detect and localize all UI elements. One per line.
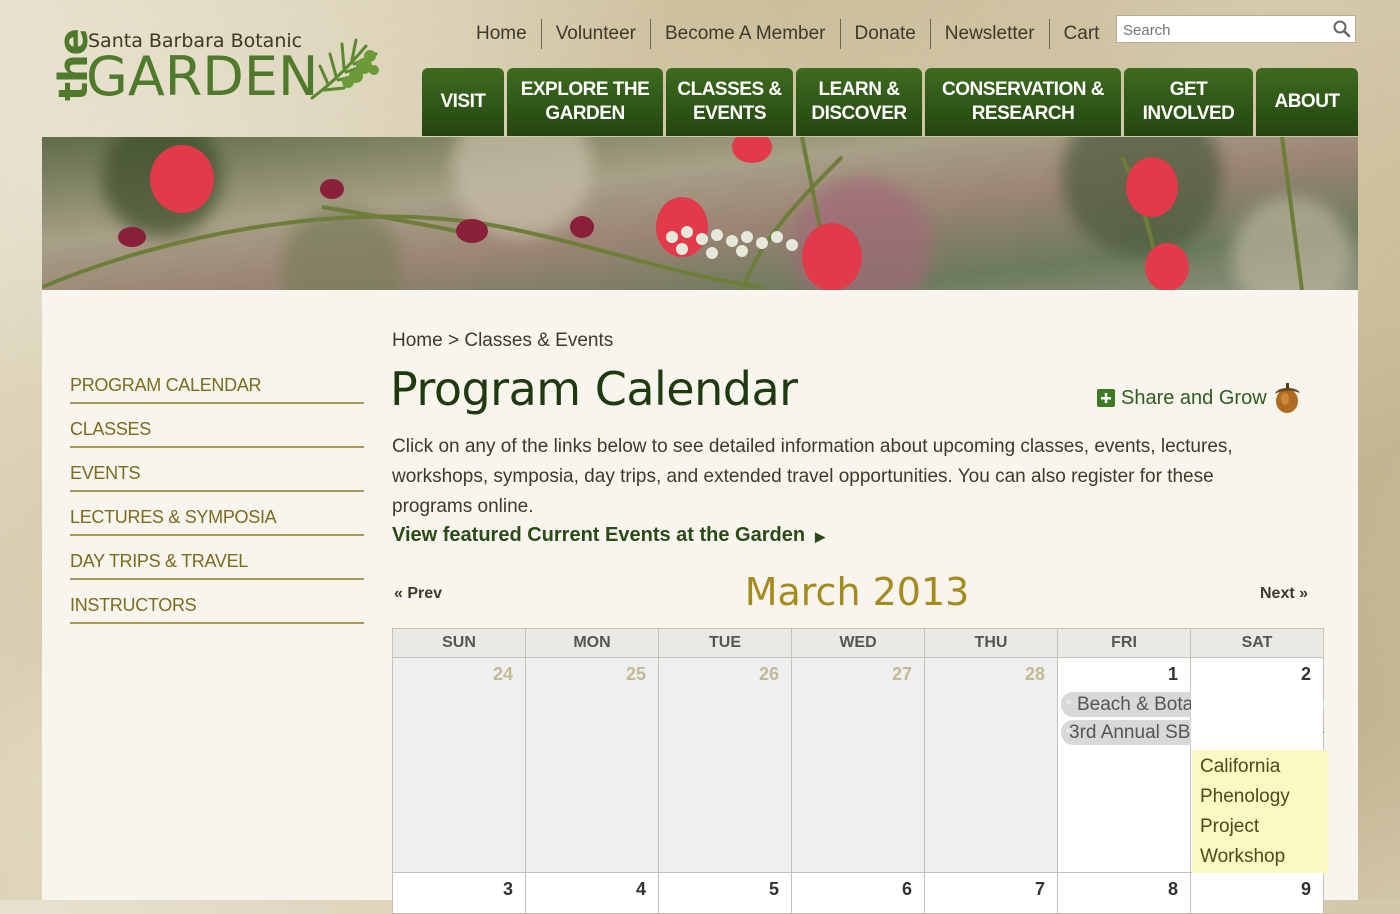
calendar-day-cell[interactable]: 3 — [392, 872, 526, 914]
calendar-day-cell[interactable]: 1 Beach & Botanic Getaway 3rd Annual SBB… — [1057, 657, 1324, 873]
featured-events-link[interactable]: View featured Current Events at the Gard… — [392, 524, 825, 547]
flower-photo — [42, 137, 1358, 290]
sidebar-item-lectures-symposia[interactable]: LECTURES & SYMPOSIA — [70, 492, 364, 536]
calendar-grid: SUN MON TUE WED THU FRI SAT 24 25 26 27 … — [392, 628, 1328, 914]
plus-square-icon — [1097, 389, 1115, 407]
weekday-header: FRI — [1057, 628, 1191, 658]
tab-visit[interactable]: VISIT — [422, 68, 504, 136]
calendar-next-link[interactable]: Next » — [1260, 585, 1308, 603]
weekday-header: SAT — [1190, 628, 1324, 658]
weekday-header: WED — [791, 628, 925, 658]
calendar-prev-link[interactable]: « Prev — [394, 585, 442, 603]
breadcrumb-separator: > — [447, 330, 460, 351]
weekday-header: MON — [525, 628, 659, 658]
tab-get-involved[interactable]: GET INVOLVED — [1124, 68, 1253, 136]
content-area: PROGRAM CALENDAR CLASSES EVENTS LECTURES… — [42, 290, 1358, 914]
share-and-grow-link[interactable]: Share and Grow — [1097, 382, 1303, 414]
calendar-week-row: 3 4 5 6 7 8 9 — [392, 872, 1324, 914]
logo-the-text: the — [51, 29, 97, 101]
acorn-icon — [1274, 383, 1300, 413]
day-number: 9 — [1300, 879, 1311, 899]
calendar-day-cell[interactable]: 2 California Phenology Project Workshop — [1190, 657, 1328, 874]
search-input[interactable] — [1121, 17, 1325, 43]
day-number: 5 — [768, 879, 779, 899]
weekday-header: TUE — [658, 628, 792, 658]
calendar-day-cell[interactable]: 6 — [791, 872, 925, 914]
header-banner-image — [42, 137, 1358, 290]
util-nav-cart[interactable]: Cart — [1050, 19, 1114, 49]
page-title: Program Calendar — [390, 362, 798, 416]
util-nav-donate[interactable]: Donate — [841, 19, 931, 49]
search-box — [1116, 15, 1356, 43]
day-number: 27 — [891, 664, 912, 684]
logo-name-line2: GARDEN — [86, 45, 319, 108]
day-number: 3 — [502, 879, 513, 899]
weekday-header: THU — [924, 628, 1058, 658]
share-label: Share and Grow — [1121, 386, 1267, 409]
calendar-day-cell[interactable]: 4 — [525, 872, 659, 914]
sidebar-item-instructors[interactable]: INSTRUCTORS — [70, 580, 364, 624]
day-number: 2 — [1300, 664, 1311, 684]
weekday-header: SUN — [392, 628, 526, 658]
day-number: 4 — [635, 879, 646, 899]
calendar-day-cell[interactable]: 9 — [1190, 872, 1324, 914]
utility-nav: Home Volunteer Become A Member Donate Ne… — [462, 18, 1113, 50]
util-nav-home[interactable]: Home — [462, 19, 542, 49]
day-number: 8 — [1167, 879, 1178, 899]
day-number: 7 — [1034, 879, 1045, 899]
calendar-day-cell[interactable]: 24 — [392, 657, 526, 873]
breadcrumb-home[interactable]: Home — [392, 330, 443, 351]
intro-text: Click on any of the links below to see d… — [392, 436, 1233, 517]
calendar-weekday-row: SUN MON TUE WED THU FRI SAT — [392, 628, 1324, 658]
calendar-day-cell[interactable]: 28 — [924, 657, 1058, 873]
day-number: 28 — [1024, 664, 1045, 684]
main-nav: VISIT EXPLORE THE GARDEN CLASSES & EVENT… — [422, 68, 1358, 136]
calendar-day-cell[interactable]: 25 — [525, 657, 659, 873]
sidebar-item-day-trips-travel[interactable]: DAY TRIPS & TRAVEL — [70, 536, 364, 580]
calendar-day-cell[interactable]: 7 — [924, 872, 1058, 914]
tab-learn-discover[interactable]: LEARN & DISCOVER — [796, 68, 922, 136]
util-nav-volunteer[interactable]: Volunteer — [542, 19, 651, 49]
sage-leaf-icon — [310, 38, 379, 100]
breadcrumb: Home > Classes & Events — [392, 330, 613, 352]
day-number: 24 — [492, 664, 513, 684]
tab-classes-events[interactable]: CLASSES & EVENTS — [666, 68, 793, 136]
featured-events-label: View featured Current Events at the Gard… — [392, 524, 806, 546]
day-number: 1 — [1167, 664, 1178, 684]
calendar-day-cell[interactable]: 8 — [1057, 872, 1191, 914]
day-number: 6 — [901, 879, 912, 899]
search-icon[interactable] — [1333, 20, 1351, 38]
site-logo[interactable]: the Santa Barbara Botanic GARDEN — [42, 28, 382, 108]
breadcrumb-current[interactable]: Classes & Events — [464, 330, 613, 351]
util-nav-newsletter[interactable]: Newsletter — [931, 19, 1050, 49]
event-california-phenology-workshop[interactable]: California Phenology Project Workshop — [1192, 750, 1328, 874]
day-number: 25 — [625, 664, 646, 684]
arrow-right-icon: ▶ — [815, 529, 826, 544]
util-nav-become-member[interactable]: Become A Member — [651, 19, 841, 49]
calendar-month-title: March 2013 — [744, 570, 970, 614]
day-number: 26 — [758, 664, 779, 684]
calendar-day-cell[interactable]: 27 — [791, 657, 925, 873]
sidebar-item-program-calendar[interactable]: PROGRAM CALENDAR — [70, 360, 364, 404]
calendar-day-cell[interactable]: 5 — [658, 872, 792, 914]
sidebar-nav: PROGRAM CALENDAR CLASSES EVENTS LECTURES… — [70, 360, 364, 624]
tab-about[interactable]: ABOUT — [1256, 68, 1358, 136]
tab-explore-the-garden[interactable]: EXPLORE THE GARDEN — [507, 68, 663, 136]
tab-conservation-research[interactable]: CONSERVATION & RESEARCH — [925, 68, 1121, 136]
sidebar-item-classes[interactable]: CLASSES — [70, 404, 364, 448]
calendar-day-cell[interactable]: 26 — [658, 657, 792, 873]
sidebar-item-events[interactable]: EVENTS — [70, 448, 364, 492]
calendar-week-row: 24 25 26 27 28 1 Beach & Botanic Getaway… — [392, 657, 1328, 874]
